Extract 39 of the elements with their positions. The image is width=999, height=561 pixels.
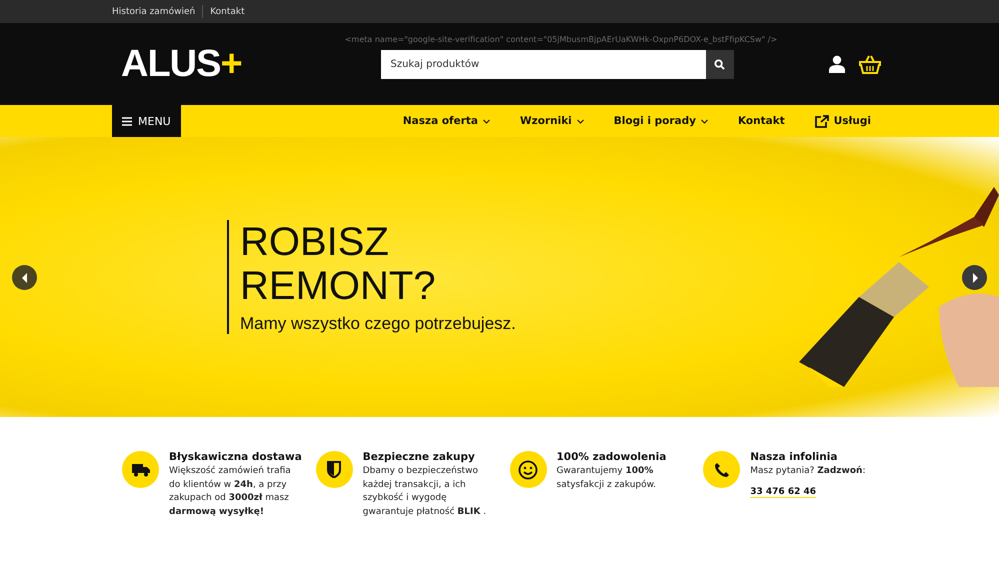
search-field[interactable]: Szukaj produktów	[380, 50, 706, 79]
feature-text: Gwarantujemy 100% satysfakcji z zakupów.	[556, 465, 658, 492]
next-icon	[970, 272, 978, 282]
hero-title: ROBISZ REMONT?	[240, 220, 437, 308]
external-link-icon	[814, 114, 829, 128]
next-slide-button[interactable]	[962, 265, 987, 290]
phone-icon	[714, 462, 730, 478]
nav-link[interactable]: Kontakt	[738, 115, 785, 127]
nav-link[interactable]: Blogi i porady	[614, 115, 708, 127]
phone-link[interactable]: 33 476 62 46	[750, 486, 816, 498]
logo[interactable]: ALUS+	[121, 42, 281, 86]
chevron-down-icon	[700, 118, 708, 124]
truck-icon	[132, 462, 150, 476]
nav-link[interactable]: Wzorniki	[520, 115, 584, 127]
menu-icon	[122, 116, 132, 126]
feature-title: Nasza infolinia	[750, 451, 838, 463]
previous-icon	[20, 272, 28, 282]
smiley-icon	[518, 460, 538, 480]
nav-link[interactable]: Usługi	[814, 114, 871, 128]
feature-text: Dbamy o bezpieczeństwo każdej transakcji, a ich szybkość i wygodę gwarantuje płatność BLIK .	[362, 465, 488, 518]
feature-title: 100% zadowolenia	[556, 451, 668, 463]
menu-button[interactable]: MENU	[112, 105, 181, 137]
hero-subtitle: Mamy wszystko czego potrzebujesz.	[240, 314, 516, 334]
search-icon	[714, 59, 725, 70]
chevron-down-icon	[576, 118, 584, 124]
search-button[interactable]	[706, 50, 734, 79]
shield-icon	[327, 461, 342, 478]
feature-title: Błyskawiczna dostawa	[169, 451, 302, 463]
nav-link[interactable]: Nasza oferta	[402, 115, 490, 127]
top-link[interactable]: Kontakt	[210, 6, 245, 16]
previous-slide-button[interactable]	[12, 265, 37, 290]
top-link[interactable]: Historia zamówień	[112, 6, 196, 16]
basket-icon[interactable]	[859, 54, 881, 74]
feature-text: Większość zamówień trafia do klientów w 24h, a przy zakupach od 3000zł masz darmową wysyłkę!	[169, 465, 292, 518]
feature-title: Bezpieczne zakupy	[362, 451, 476, 463]
chevron-down-icon	[483, 118, 490, 124]
meta-text: <meta name="google-site-verification" content="05jMbusmBjpAErUaKWHk-OxpnP6DOX-e_bstFfipKCSw" />	[344, 35, 778, 44]
user-icon[interactable]	[829, 55, 845, 73]
feature-text: Masz pytania? Zadzwoń:	[750, 465, 866, 478]
